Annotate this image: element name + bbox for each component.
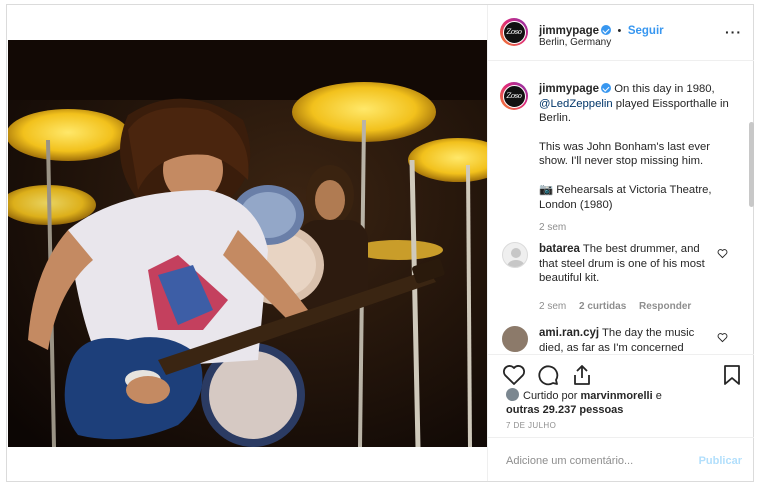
share-icon[interactable] xyxy=(570,363,594,387)
comments-list[interactable]: Zoso jimmypage On this day in 1980, @Led… xyxy=(488,62,754,354)
caption-line1-pre: On this day in 1980, xyxy=(614,83,715,95)
reply-button[interactable]: Responder xyxy=(639,301,691,312)
likes-others-link[interactable]: outras 29.237 pessoas xyxy=(506,404,623,416)
comment-input[interactable]: Adicione um comentário... xyxy=(506,455,633,467)
avatar[interactable] xyxy=(506,388,519,401)
concert-photo xyxy=(8,40,487,447)
caption-paragraph-3: 📷 Rehearsals at Victoria Theatre, London… xyxy=(539,183,712,211)
caption-avatar[interactable]: Zoso xyxy=(500,82,528,110)
verified-badge-icon xyxy=(601,25,612,35)
header-username[interactable]: jimmypage xyxy=(539,25,599,37)
like-heart-icon[interactable] xyxy=(502,363,526,387)
caption-paragraph-2: This was John Bonham's last ever show. I… xyxy=(539,140,711,168)
bookmark-icon[interactable] xyxy=(720,363,744,387)
comment-username[interactable]: ami.ran.cyj xyxy=(539,327,599,339)
avatar[interactable]: Zoso xyxy=(500,18,528,46)
avatar[interactable] xyxy=(502,242,528,268)
post-modal: Zoso jimmypage • Seguir Berlin, Germany … xyxy=(6,4,754,482)
more-icon[interactable]: ··· xyxy=(725,24,742,40)
caption-time[interactable]: 2 sem xyxy=(539,222,566,233)
comment-like-heart-icon[interactable] xyxy=(717,248,728,259)
caption-mention-link[interactable]: @LedZeppelin xyxy=(539,98,613,110)
comment-item: ami.ran.cyj The day the music died, as f… xyxy=(539,326,717,354)
post-sidebar: Zoso jimmypage • Seguir Berlin, Germany … xyxy=(487,5,754,481)
post-photo[interactable] xyxy=(8,40,487,447)
likes-user-link[interactable]: marvinmorelli xyxy=(580,390,652,402)
comment-like-heart-icon[interactable] xyxy=(717,332,728,343)
post-date[interactable]: 7 DE JULHO xyxy=(506,421,556,430)
scrollbar[interactable] xyxy=(749,122,754,207)
follow-button[interactable]: Seguir xyxy=(628,25,664,37)
add-comment-bar: Adicione um comentário... Publicar xyxy=(488,437,754,481)
post-location[interactable]: Berlin, Germany xyxy=(539,37,611,48)
comment-icon[interactable] xyxy=(536,363,560,387)
comment-time[interactable]: 2 sem xyxy=(539,301,566,312)
comment-item: batarea The best drummer, and that steel… xyxy=(539,242,717,314)
caption-username[interactable]: jimmypage xyxy=(539,83,599,95)
zoso-logo-icon: Zoso xyxy=(502,20,526,44)
verified-badge-icon xyxy=(601,83,612,93)
avatar[interactable] xyxy=(502,326,528,352)
comment-username[interactable]: batarea xyxy=(539,243,580,255)
photo-area xyxy=(7,5,487,481)
default-avatar-icon xyxy=(507,248,525,267)
post-caption: jimmypage On this day in 1980, @LedZeppe… xyxy=(539,82,739,236)
publish-button[interactable]: Publicar xyxy=(699,455,742,467)
likes-prefix: Curtido por xyxy=(523,390,578,402)
likes-conj: e xyxy=(655,390,662,402)
likes-summary: Curtido por marvinmorelli e outras 29.23… xyxy=(506,388,706,417)
zoso-logo-icon: Zoso xyxy=(502,84,526,108)
comment-likes[interactable]: 2 curtidas xyxy=(579,301,626,312)
header-separator: • xyxy=(617,25,622,37)
post-header: Zoso jimmypage • Seguir Berlin, Germany … xyxy=(488,5,754,61)
